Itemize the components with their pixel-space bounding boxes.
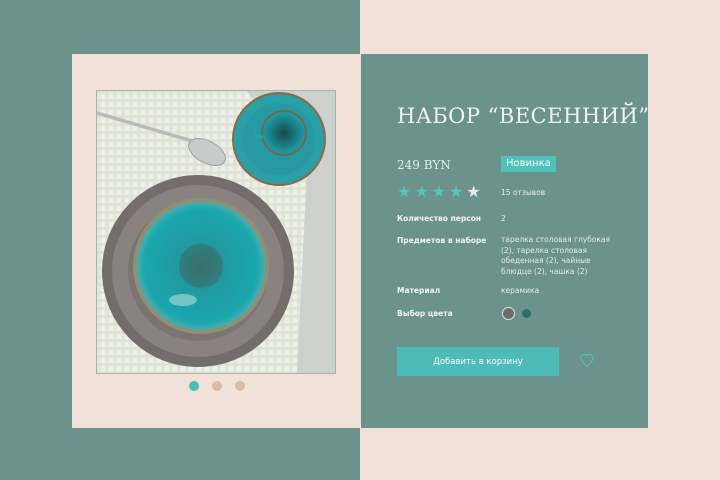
star-icon[interactable]: ★ xyxy=(397,183,411,201)
carousel-dot-3[interactable] xyxy=(235,381,245,391)
color-swatch-gray[interactable] xyxy=(502,307,515,320)
product-image[interactable] xyxy=(96,90,336,374)
add-to-cart-button[interactable]: Добавить в корзину xyxy=(397,347,559,376)
spec-label-items: Предметов в наборе xyxy=(397,236,487,245)
spec-label-persons: Количество персон xyxy=(397,214,481,223)
heart-icon[interactable] xyxy=(579,352,595,368)
product-price: 249 BYN xyxy=(397,158,451,172)
spec-value-persons: 2 xyxy=(501,214,506,223)
product-title: НАБОР “ВЕСЕННИЙ” xyxy=(397,104,650,128)
product-info: НАБОР “ВЕСЕННИЙ” 249 BYN Новинка ★ ★ ★ ★ ★ 1… xyxy=(361,54,650,428)
carousel-dot-2[interactable] xyxy=(212,381,222,391)
star-icon[interactable]: ★ xyxy=(432,183,446,201)
carousel-dots xyxy=(72,381,361,393)
spec-label-color: Выбор цвета xyxy=(397,309,453,318)
carousel-dot-1[interactable] xyxy=(189,381,199,391)
tableware-set-photo xyxy=(97,91,335,373)
star-icon[interactable]: ★ xyxy=(449,183,463,201)
reviews-count[interactable]: 15 отзывов xyxy=(501,188,545,197)
new-badge: Новинка xyxy=(501,156,556,172)
star-icon[interactable]: ★ xyxy=(414,183,428,201)
product-gallery xyxy=(72,54,361,428)
rating-stars: ★ ★ ★ ★ ★ xyxy=(397,182,484,201)
spec-label-material: Материал xyxy=(397,286,441,295)
spec-value-material: керамика xyxy=(501,286,540,295)
spec-value-items: тарелка столовая глубокая (2), тарелка с… xyxy=(501,235,611,276)
color-swatch-teal[interactable] xyxy=(522,309,531,318)
star-empty-icon[interactable]: ★ xyxy=(466,183,480,201)
